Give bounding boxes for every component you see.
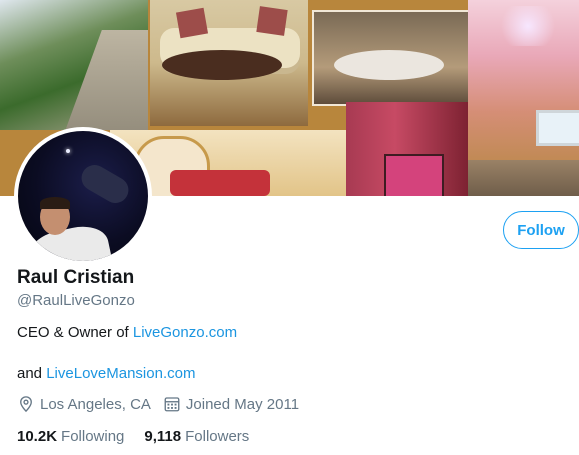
joined-text: Joined May 2011 <box>185 395 300 413</box>
followers-link[interactable]: 9,118 Followers <box>144 428 249 445</box>
banner-photo-bedroom <box>468 0 579 160</box>
profile-meta: Los Angeles, CA Joined May 2011 <box>17 395 311 413</box>
followers-label: Followers <box>185 428 250 445</box>
bio-link-livegonzo[interactable]: LiveGonzo.com <box>133 324 237 341</box>
followers-count: 9,118 <box>144 428 182 445</box>
follow-button[interactable]: Follow <box>503 211 579 249</box>
location-pin-icon <box>20 396 32 413</box>
profile-handle: @RaulLiveGonzo <box>17 292 135 309</box>
joined-item: Joined May 2011 <box>163 395 299 413</box>
bio-text-and: and <box>17 365 47 382</box>
profile-bio-line2: and LiveLoveMansion.com <box>17 365 195 382</box>
following-count: 10.2K <box>17 428 58 445</box>
profile-stats: 10.2K Following 9,118 Followers <box>17 428 269 445</box>
bio-link-livelovemansion[interactable]: LiveLoveMansion.com <box>46 365 195 382</box>
banner-photo-lounge <box>150 0 308 126</box>
following-label: Following <box>61 428 125 445</box>
banner-photo-room <box>312 10 471 106</box>
location-text: Los Angeles, CA <box>40 395 151 413</box>
banner-photo-studio <box>346 102 468 196</box>
calendar-icon <box>164 397 180 412</box>
banner-photo-corner <box>468 160 579 196</box>
bio-text: CEO & Owner of <box>17 324 133 341</box>
following-link[interactable]: 10.2K Following <box>17 428 124 445</box>
profile-name: Raul Cristian <box>17 267 135 288</box>
profile-bio-line1: CEO & Owner of LiveGonzo.com <box>17 324 237 341</box>
profile-avatar[interactable] <box>14 127 152 265</box>
location-item: Los Angeles, CA <box>17 395 151 413</box>
banner-photo-garden <box>0 0 148 130</box>
